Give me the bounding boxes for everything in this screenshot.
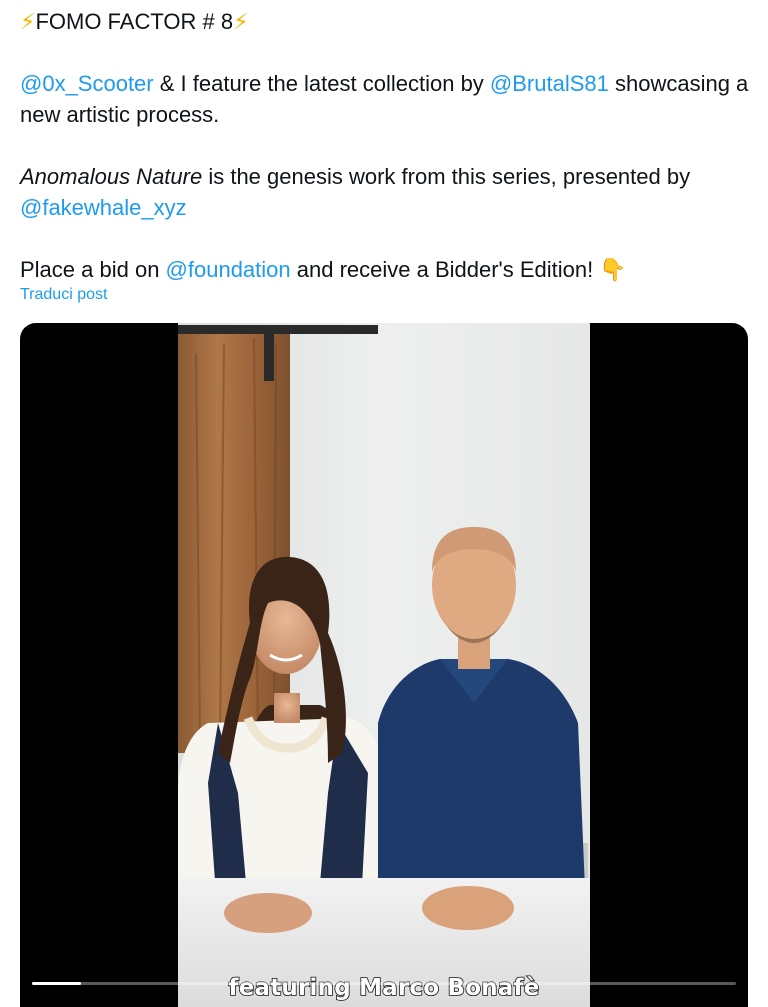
tweet-paragraph-2: Anomalous Nature is the genesis work fro… xyxy=(20,161,750,223)
tweet-title-text: FOMO FACTOR # 8 xyxy=(35,9,234,34)
mention-link[interactable]: @0x_Scooter xyxy=(20,71,154,96)
tweet-text: ⚡FOMO FACTOR # 8⚡ @0x_Scooter & I featur… xyxy=(20,6,750,285)
tweet-paragraph-3: Place a bid on @foundation and receive a… xyxy=(20,254,750,285)
tweet-body-text: Place a bid on xyxy=(20,257,166,282)
lightning-icon: ⚡ xyxy=(20,9,36,34)
mention-link[interactable]: @fakewhale_xyz xyxy=(20,195,187,220)
video-frame xyxy=(178,323,590,1007)
video-still xyxy=(178,323,590,1007)
tweet-body-text: and receive a Bidder's Edition! xyxy=(290,257,600,282)
lightning-icon: ⚡ xyxy=(233,9,249,34)
video-progress-bar[interactable] xyxy=(32,982,736,985)
translate-post-link[interactable]: Traduci post xyxy=(20,286,107,304)
video-caption: featuring Marco Bonafè xyxy=(228,974,540,1002)
tweet-paragraph-1: @0x_Scooter & I feature the latest colle… xyxy=(20,68,750,130)
tweet-body-text: & I feature the latest collection by xyxy=(153,71,490,96)
pointing-down-icon: 👇 xyxy=(599,257,627,282)
artwork-title: Anomalous Nature xyxy=(20,164,203,189)
video-player[interactable]: featuring Marco Bonafè xyxy=(20,323,748,1007)
video-progress-fill xyxy=(32,982,82,985)
mention-link[interactable]: @BrutalS81 xyxy=(490,71,609,96)
tweet-body-text: is the genesis work from this series, pr… xyxy=(202,164,691,189)
tweet-title: ⚡FOMO FACTOR # 8⚡ xyxy=(20,6,750,37)
mention-link[interactable]: @foundation xyxy=(166,257,291,282)
